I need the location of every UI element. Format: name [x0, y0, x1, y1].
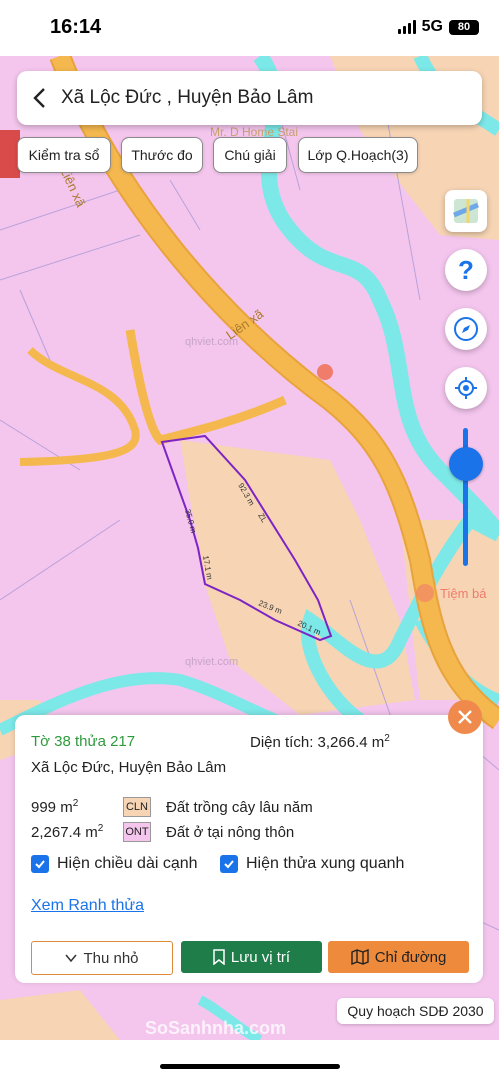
- bottom-safe-area: [0, 1040, 499, 1080]
- map-icon: [351, 949, 369, 965]
- back-arrow-icon[interactable]: [17, 71, 61, 125]
- parcel-id: Tờ 38 thửa 217: [31, 733, 136, 750]
- area-unit-power: 2: [384, 733, 390, 744]
- battery-icon: 80: [449, 19, 479, 35]
- poi-shop-label: Tiệm bá: [440, 586, 487, 601]
- header-bar: Xã Lộc Đức , Huyện Bảo Lâm: [17, 71, 482, 125]
- land-use-row: 2,267.4 m2 ONT Đất ở tại nông thôn: [31, 821, 294, 843]
- legend-button[interactable]: Chú giải: [213, 137, 287, 173]
- network-label: 5G: [421, 18, 443, 35]
- view-boundary-link[interactable]: Xem Ranh thửa: [31, 897, 144, 915]
- collapse-button[interactable]: Thu nhỏ: [31, 941, 173, 975]
- home-indicator[interactable]: [160, 1064, 340, 1069]
- signal-icon: [397, 20, 416, 34]
- watermark-2: qhviet.com: [185, 656, 238, 668]
- close-panel-button[interactable]: [448, 700, 482, 734]
- parcel-area-text: Diện tích: 3,266.4 m: [250, 734, 385, 751]
- save-location-button[interactable]: Lưu vị trí: [181, 941, 322, 973]
- status-icons: 5G 80: [397, 18, 479, 36]
- parcel-location: Xã Lộc Đức, Huyện Bảo Lâm: [31, 759, 227, 776]
- show-edges-checkbox[interactable]: [31, 855, 49, 873]
- checkmark-icon: [35, 860, 45, 869]
- save-location-label: Lưu vị trí: [230, 948, 291, 966]
- land-use-name: Đất ở tại nông thôn: [166, 823, 295, 841]
- brand-watermark: SoSanhnha.com: [145, 1018, 287, 1038]
- help-icon: ?: [458, 254, 474, 285]
- directions-label: Chỉ đường: [374, 948, 447, 966]
- compass-button[interactable]: [445, 308, 487, 350]
- bookmark-icon: [213, 949, 225, 965]
- land-use-area: 2,267.4 m2: [31, 823, 104, 841]
- help-button[interactable]: ?: [445, 249, 487, 291]
- zoom-slider-knob[interactable]: [449, 447, 483, 481]
- parcel-info-panel: Tờ 38 thửa 217 Diện tích: 3,266.4 m2 Xã …: [15, 715, 483, 983]
- directions-button[interactable]: Chỉ đường: [328, 941, 469, 973]
- land-use-row: 999 m2 CLN Đất trồng cây lâu năm: [31, 796, 313, 818]
- collapse-label: Thu nhỏ: [83, 949, 139, 967]
- close-icon: [458, 710, 472, 724]
- show-neighbors-label: Hiện thửa xung quanh: [246, 855, 405, 872]
- shop-icon: [416, 584, 434, 602]
- compass-icon: [454, 317, 478, 341]
- land-use-code-badge: CLN: [123, 797, 151, 817]
- restaurant-icon: [317, 364, 333, 380]
- check-certificate-button[interactable]: Kiểm tra sổ: [17, 137, 111, 173]
- show-neighbors-option[interactable]: Hiện thửa xung quanh: [220, 855, 404, 873]
- status-bar: 16:14 5G 80: [0, 0, 499, 56]
- land-use-name: Đất trồng cây lâu năm: [166, 798, 313, 816]
- planning-year-tag[interactable]: Quy hoạch SDĐ 2030: [337, 998, 494, 1024]
- parcel-area: Diện tích: 3,266.4 m2: [250, 733, 390, 751]
- status-time: 16:14: [50, 16, 102, 38]
- show-edges-option[interactable]: Hiện chiều dài cạnh: [31, 855, 198, 873]
- land-use-code-badge: ONT: [123, 822, 151, 842]
- planning-layer-button[interactable]: Lớp Q.Hoạch(3): [298, 137, 418, 173]
- ruler-button[interactable]: Thước đo: [121, 137, 203, 173]
- location-title: Xã Lộc Đức , Huyện Bảo Lâm: [61, 87, 314, 108]
- map-layer-button[interactable]: [445, 190, 487, 232]
- show-neighbors-checkbox[interactable]: [220, 855, 238, 873]
- map-layer-icon: [453, 199, 479, 223]
- locate-me-button[interactable]: [445, 367, 487, 409]
- land-use-area: 999 m2: [31, 798, 79, 816]
- show-edges-label: Hiện chiều dài cạnh: [57, 855, 198, 872]
- watermark-1: qhviet.com: [185, 336, 238, 348]
- chevron-down-icon: [65, 954, 78, 962]
- crosshair-icon: [455, 377, 477, 399]
- checkmark-icon: [224, 860, 234, 869]
